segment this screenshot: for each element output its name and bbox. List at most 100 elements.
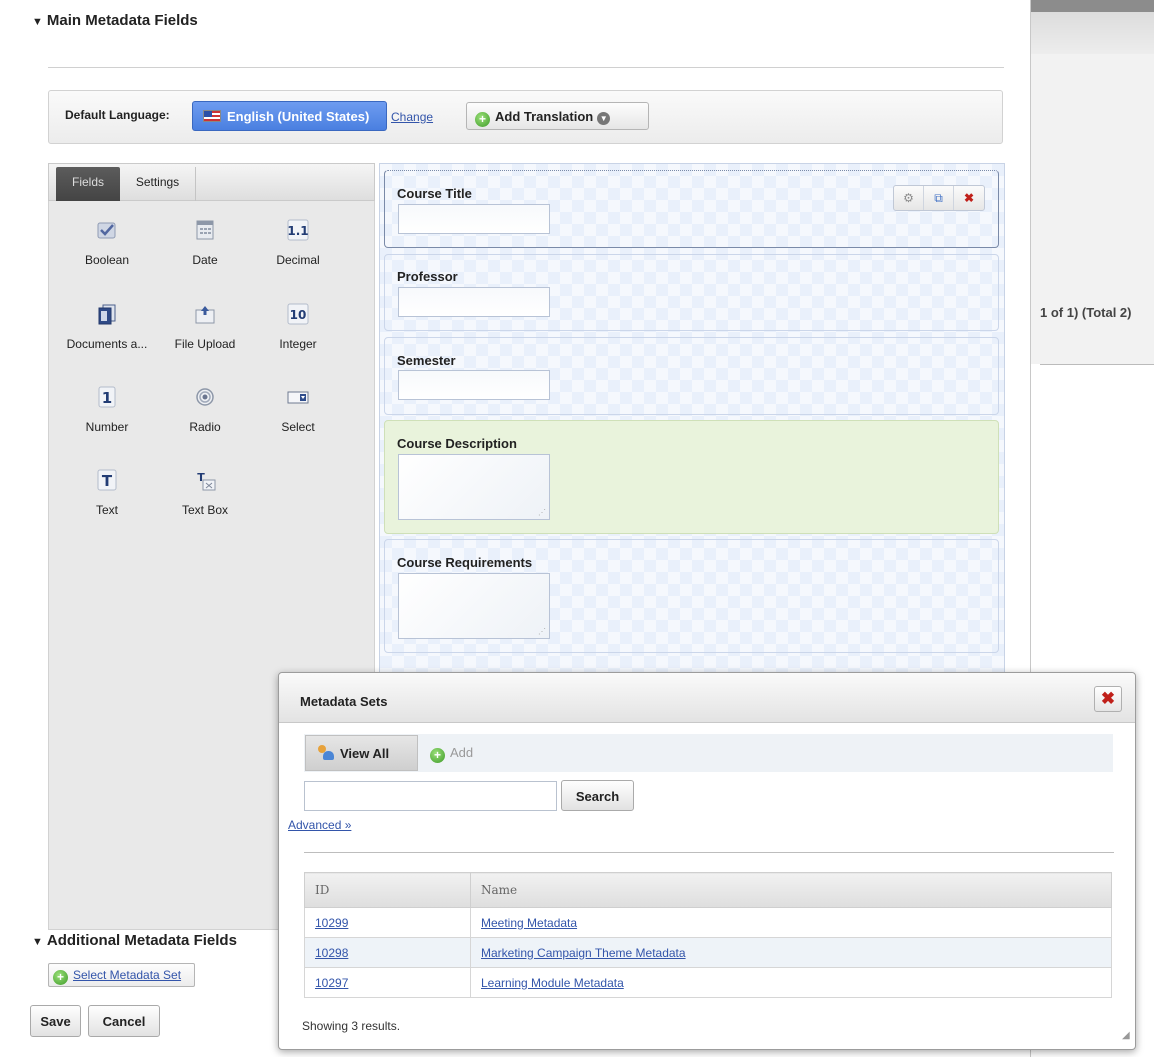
collapse-triangle-icon: ▼ — [32, 16, 43, 28]
course-description-textarea[interactable]: ⋰ — [398, 454, 550, 520]
resize-grip-icon: ⋰ — [538, 508, 546, 517]
background-pager-text: 1 of 1) (Total 2) — [1040, 305, 1132, 320]
row-name-link[interactable]: Learning Module Metadata — [481, 976, 624, 990]
row-id-link[interactable]: 10299 — [315, 916, 348, 930]
svg-text:10: 10 — [290, 308, 307, 322]
palette-item-decimal[interactable]: 1.1 Decimal — [256, 219, 340, 267]
field-duplicate-button[interactable]: ⧉ — [924, 186, 954, 210]
table-cell-id: 10297 — [304, 967, 471, 998]
dialog-close-button[interactable]: ✖ — [1094, 686, 1122, 712]
default-language-label: Default Language: — [65, 108, 170, 122]
professor-input[interactable] — [398, 287, 550, 317]
advanced-search-link[interactable]: Advanced » — [288, 818, 351, 832]
background-toolbar — [1030, 12, 1154, 54]
row-name-link[interactable]: Meeting Metadata — [481, 916, 577, 930]
duplicate-icon: ⧉ — [934, 191, 943, 205]
documents-icon — [98, 304, 116, 325]
form-field-course-description[interactable]: Course Description ⋰ — [384, 420, 999, 534]
calendar-icon — [196, 220, 214, 240]
dialog-header[interactable] — [279, 673, 1135, 723]
results-table: ID Name 10299 Meeting Metadata 10298 Mar… — [304, 872, 1112, 998]
select-icon — [287, 391, 309, 404]
table-row[interactable]: 10299 Meeting Metadata — [304, 907, 1112, 938]
table-header-row: ID Name — [304, 872, 1112, 908]
results-count: Showing 3 results. — [302, 1019, 401, 1033]
column-header-id[interactable]: ID — [304, 872, 471, 908]
column-header-name[interactable]: Name — [470, 872, 1112, 908]
close-icon: ✖ — [963, 191, 975, 205]
palette-item-text-box[interactable]: T Text Box — [163, 469, 247, 517]
divider — [48, 67, 1004, 68]
table-row[interactable]: 10297 Learning Module Metadata — [304, 967, 1112, 998]
background-header-bar — [1030, 0, 1154, 12]
radio-icon — [196, 388, 214, 406]
palette-item-file-upload[interactable]: File Upload — [163, 303, 247, 351]
number-icon: 1 — [98, 386, 116, 408]
add-translation-button[interactable]: + Add Translation ▼ — [466, 102, 649, 130]
dialog-divider — [304, 852, 1114, 853]
search-button[interactable]: Search — [561, 780, 634, 811]
semester-input[interactable] — [398, 370, 550, 400]
change-language-link[interactable]: Change — [391, 110, 433, 124]
close-icon: ✖ — [1100, 689, 1116, 708]
decimal-icon: 1.1 — [287, 219, 309, 241]
course-requirements-textarea[interactable]: ⋰ — [398, 573, 550, 639]
main-metadata-title[interactable]: ▼ Main Metadata Fields — [32, 12, 198, 29]
form-field-course-requirements[interactable]: Course Requirements ⋰ — [384, 539, 999, 653]
integer-icon: 10 — [287, 303, 309, 325]
svg-text:T: T — [102, 472, 113, 490]
table-cell-name: Meeting Metadata — [470, 907, 1112, 938]
row-id-link[interactable]: 10298 — [315, 946, 348, 960]
select-metadata-set-button[interactable]: + Select Metadata Set — [48, 963, 195, 987]
us-flag-icon — [203, 110, 221, 122]
users-icon — [316, 745, 334, 761]
dialog-title: Metadata Sets — [300, 694, 388, 709]
table-cell-name: Marketing Campaign Theme Metadata — [470, 937, 1112, 968]
palette-item-radio[interactable]: Radio — [163, 386, 247, 434]
plus-icon: + — [53, 970, 68, 985]
table-cell-id: 10298 — [304, 937, 471, 968]
collapse-triangle-icon: ▼ — [32, 936, 43, 948]
row-id-link[interactable]: 10297 — [315, 976, 348, 990]
field-settings-button[interactable]: ⚙ — [894, 186, 924, 210]
palette-item-number[interactable]: 1 Number — [65, 386, 149, 434]
palette-item-select[interactable]: Select — [256, 386, 340, 434]
plus-icon: + — [430, 748, 445, 763]
resize-grip-icon: ⋰ — [538, 627, 546, 636]
default-language-chip: English (United States) — [192, 101, 387, 131]
palette-item-date[interactable]: Date — [163, 219, 247, 267]
form-field-professor[interactable]: Professor — [384, 254, 999, 331]
table-cell-name: Learning Module Metadata — [470, 967, 1112, 998]
plus-icon: + — [475, 112, 490, 127]
tab-settings[interactable]: Settings — [120, 167, 196, 201]
dropdown-arrow-icon: ▼ — [597, 112, 611, 125]
palette-item-text[interactable]: T Text — [65, 469, 149, 517]
view-all-tab[interactable]: View All — [305, 735, 418, 771]
svg-text:1: 1 — [102, 389, 112, 407]
cancel-button[interactable]: Cancel — [88, 1005, 160, 1037]
palette-item-boolean[interactable]: Boolean — [65, 219, 149, 267]
table-row[interactable]: 10298 Marketing Campaign Theme Metadata — [304, 937, 1112, 968]
field-toolbar: ⚙ ⧉ ✖ — [893, 185, 985, 211]
background-divider — [1040, 364, 1154, 365]
course-title-input[interactable] — [398, 204, 550, 234]
svg-text:1.1: 1.1 — [287, 224, 308, 238]
text-box-icon: T — [197, 471, 216, 491]
palette-item-documents[interactable]: Documents a... — [65, 303, 149, 351]
table-cell-id: 10299 — [304, 907, 471, 938]
dialog-toolbar — [304, 734, 1113, 772]
form-field-semester[interactable]: Semester — [384, 337, 999, 415]
file-upload-icon — [195, 306, 215, 324]
add-tab[interactable]: + Add — [430, 745, 473, 763]
field-delete-button[interactable]: ✖ — [954, 186, 984, 210]
checkbox-icon — [97, 222, 116, 239]
additional-metadata-title[interactable]: ▼ Additional Metadata Fields — [32, 932, 237, 949]
gear-icon: ⚙ — [903, 191, 914, 205]
dialog-resize-grip-icon[interactable]: ◢ — [1122, 1030, 1130, 1041]
row-name-link[interactable]: Marketing Campaign Theme Metadata — [481, 946, 686, 960]
text-icon: T — [97, 469, 117, 491]
search-input[interactable] — [304, 781, 557, 811]
palette-item-integer[interactable]: 10 Integer — [256, 303, 340, 351]
tab-fields[interactable]: Fields — [56, 167, 120, 201]
save-button[interactable]: Save — [30, 1005, 81, 1037]
